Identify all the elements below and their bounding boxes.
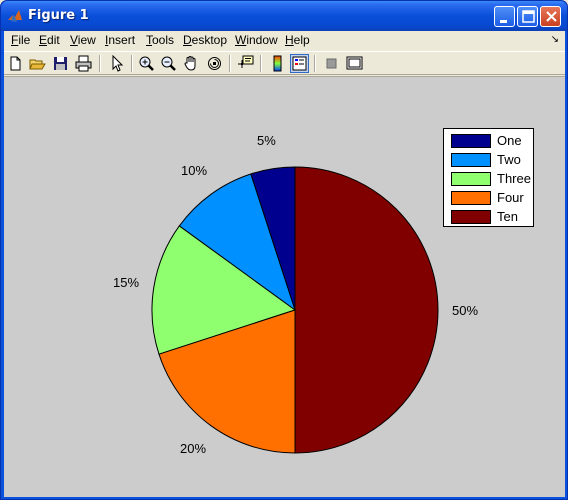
minimize-icon (500, 20, 507, 23)
menu-desktop[interactable]: Desktop (183, 33, 227, 47)
rotate-3d-button[interactable] (205, 54, 224, 73)
legend-button[interactable] (290, 54, 309, 73)
figure-toolbar (4, 51, 565, 75)
pie-label-one: 5% (257, 133, 276, 148)
legend-label: Two (497, 152, 521, 167)
toolbar-separator (260, 55, 262, 72)
hide-plot-tools-button[interactable] (322, 54, 341, 73)
close-icon (546, 11, 557, 22)
rotate-3d-icon (208, 57, 221, 70)
legend-label: Ten (497, 209, 518, 224)
menu-file[interactable]: File (11, 33, 30, 47)
menu-dock-arrow[interactable]: ↘ (551, 34, 559, 45)
legend-swatch (451, 210, 491, 224)
window-title: Figure 1 (28, 8, 89, 23)
colorbar-icon (273, 55, 282, 72)
hide-plot-tools-icon (326, 58, 337, 69)
data-cursor-icon (238, 55, 254, 68)
menu-view[interactable]: View (70, 33, 96, 47)
pie-slice-ten (294, 166, 439, 454)
menu-edit[interactable]: Edit (39, 33, 60, 47)
menu-bar: File Edit View Insert Tools Desktop Wind… (4, 31, 565, 50)
legend-label: One (497, 133, 522, 148)
zoom-in-icon (139, 56, 154, 71)
pie-label-ten: 50% (452, 303, 479, 318)
chart-legend[interactable]: One Two Three Four Ten (443, 128, 534, 227)
pie-label-three: 15% (113, 275, 140, 290)
pie-label-four: 20% (180, 441, 207, 456)
zoom-out-button[interactable] (159, 54, 178, 73)
new-figure-button[interactable] (6, 54, 25, 73)
menu-window[interactable]: Window (235, 33, 278, 47)
minimize-button[interactable] (494, 6, 515, 27)
show-plot-tools-button[interactable] (345, 54, 364, 73)
zoom-in-button[interactable] (137, 54, 156, 73)
pan-hand-icon (184, 56, 196, 71)
print-figure-icon (75, 55, 92, 72)
open-file-button[interactable] (28, 54, 47, 73)
data-cursor-button[interactable] (236, 54, 255, 73)
menu-tools[interactable]: Tools (146, 33, 174, 47)
toolbar-separator (229, 55, 231, 72)
show-plot-tools-icon (346, 56, 363, 70)
save-figure-button[interactable] (51, 54, 70, 73)
open-file-icon (29, 59, 46, 70)
edit-plot-button[interactable] (107, 54, 126, 73)
legend-swatch (451, 191, 491, 205)
pie-label-two: 10% (181, 163, 208, 178)
legend-swatch (451, 153, 491, 167)
legend-icon (292, 56, 307, 71)
maximize-icon (522, 10, 535, 23)
edit-plot-arrow-icon (112, 54, 124, 72)
menu-insert[interactable]: Insert (105, 33, 135, 47)
save-figure-icon (54, 57, 67, 70)
maximize-button[interactable] (517, 6, 538, 27)
pan-button[interactable] (182, 54, 201, 73)
colorbar-button[interactable] (268, 54, 287, 73)
figure-canvas[interactable]: 5% 10% 15% 20% 50% One Two Three Four Te… (4, 76, 565, 497)
figure-client-area: File Edit View Insert Tools Desktop Wind… (4, 31, 565, 497)
toolbar-separator (99, 55, 101, 72)
matlab-logo-icon (8, 10, 22, 22)
title-bar[interactable]: Figure 1 (1, 1, 567, 31)
zoom-out-icon (161, 56, 176, 71)
close-button[interactable] (540, 6, 561, 27)
toolbar-separator (131, 55, 133, 72)
legend-swatch (451, 172, 491, 186)
legend-label: Three (497, 171, 531, 186)
figure-window: Figure 1 File Edit View Insert Tools Des… (0, 0, 568, 500)
print-figure-button[interactable] (74, 54, 93, 73)
new-figure-icon (10, 56, 21, 71)
toolbar-separator (314, 55, 316, 72)
menu-help[interactable]: Help (285, 33, 310, 47)
legend-label: Four (497, 190, 524, 205)
legend-swatch (451, 134, 491, 148)
